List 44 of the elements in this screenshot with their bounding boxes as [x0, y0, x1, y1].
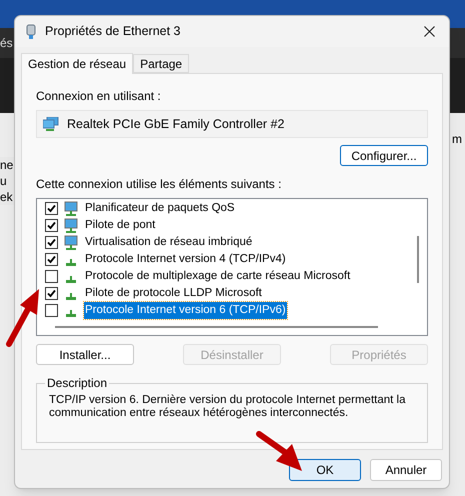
- adapter-name: Realtek PCIe GbE Family Controller #2: [67, 116, 284, 133]
- close-icon[interactable]: [424, 26, 435, 37]
- window-title: Propriétés de Ethernet 3: [45, 23, 182, 40]
- annotation-arrow: [256, 431, 304, 473]
- checkbox[interactable]: [45, 202, 58, 215]
- horizontal-scrollbar[interactable]: [55, 326, 378, 328]
- description-text: TCP/IP version 6. Dernière version du protocole Internet permettant la communication entre réseaux hétérogènes interconnectés.: [49, 394, 406, 420]
- background-text: m: [451, 131, 463, 148]
- tab[interactable]: Partage: [133, 54, 190, 73]
- checkbox[interactable]: [45, 236, 58, 249]
- ethernet-icon: [25, 24, 37, 40]
- dialog-button[interactable]: Installer...: [36, 344, 134, 365]
- configure-button[interactable]: Configurer...: [340, 145, 428, 166]
- checkbox[interactable]: [45, 304, 58, 317]
- network-connector-icon: [66, 259, 76, 266]
- ok-button[interactable]: OK: [289, 459, 361, 481]
- checkbox[interactable]: [45, 219, 58, 232]
- list-item[interactable]: Protocole Internet version 4 (TCP/IPv4): [84, 250, 287, 268]
- list-item[interactable]: Pilote de pont: [84, 216, 156, 234]
- list-item[interactable]: Protocole de multiplexage de carte réseau Microsoft: [84, 268, 352, 286]
- list-item[interactable]: Virtualisation de réseau imbriqué: [84, 234, 254, 252]
- checkbox[interactable]: [45, 270, 58, 283]
- network-monitor-icon: [63, 200, 79, 216]
- checkbox[interactable]: [45, 253, 58, 266]
- field-label: Connexion en utilisant :: [36, 88, 162, 105]
- list-item[interactable]: Planificateur de paquets QoS: [84, 200, 236, 218]
- network-connector-icon: [66, 293, 76, 300]
- background-text: ne: [0, 157, 14, 173]
- network-connector-icon: [66, 276, 76, 283]
- background-text: és: [0, 35, 13, 52]
- field-label: Cette connexion utilise les éléments suivants :: [36, 176, 282, 193]
- network-monitor-icon: [63, 234, 79, 250]
- network-adapter-icon: [43, 117, 59, 131]
- list-item[interactable]: Protocole Internet version 6 (TCP/IPv6): [84, 302, 287, 320]
- checkbox[interactable]: [45, 287, 58, 300]
- background-text: ek: [0, 189, 14, 205]
- group-title: Description: [45, 376, 110, 390]
- dialog-button[interactable]: Annuler: [370, 459, 442, 481]
- background-text: u: [0, 173, 8, 189]
- network-connector-icon: [66, 310, 76, 317]
- network-monitor-icon: [63, 218, 79, 234]
- tab[interactable]: Gestion de réseau: [21, 53, 134, 74]
- list-item[interactable]: Pilote de protocole LLDP Microsoft: [84, 284, 263, 302]
- vertical-scrollbar[interactable]: [417, 236, 419, 283]
